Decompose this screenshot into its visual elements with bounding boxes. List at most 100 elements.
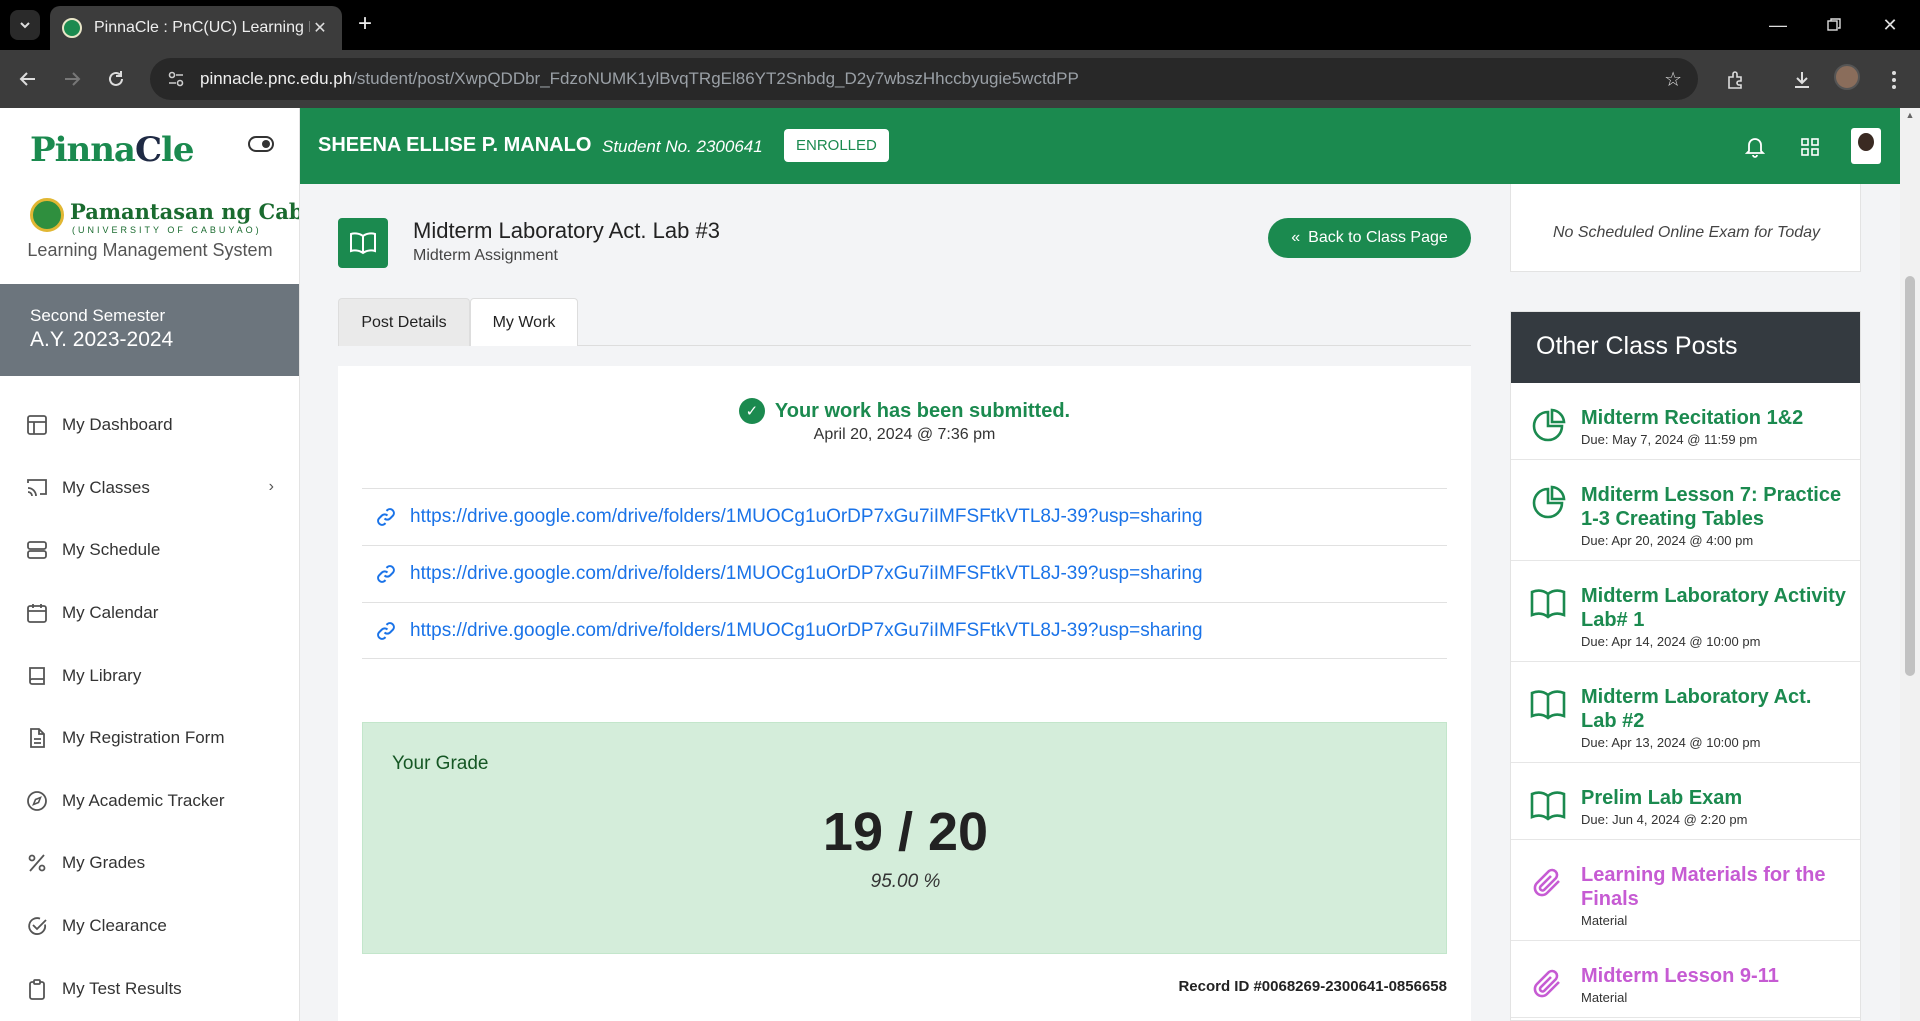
class-post-title[interactable]: Midterm Laboratory Act. Lab #2: [1581, 685, 1850, 733]
university-name: Pamantasan ng Cabuyao: [70, 199, 300, 224]
class-post-due: Due: Apr 13, 2024 @ 10:00 pm: [1581, 735, 1761, 750]
record-id: Record ID #0068269-2300641-0856658: [1178, 978, 1447, 995]
profile-avatar[interactable]: [1834, 64, 1860, 90]
student-name: SHEENA ELLISE P. MANALO: [318, 134, 592, 156]
new-tab-button[interactable]: +: [352, 12, 378, 38]
close-tab-icon[interactable]: ✕: [310, 18, 330, 38]
class-post-title[interactable]: Midterm Laboratory Activity Lab# 1: [1581, 584, 1850, 632]
class-post-item[interactable]: Midterm Laboratory Activity Lab# 1 Due: A…: [1511, 561, 1860, 662]
reload-icon[interactable]: [102, 65, 130, 93]
bookmark-star-icon[interactable]: ☆: [1664, 67, 1682, 92]
sidebar-item-academic-tracker[interactable]: My Academic Tracker: [0, 770, 299, 833]
post-type: Midterm Assignment: [413, 247, 558, 264]
bell-icon[interactable]: [1741, 133, 1769, 161]
sidebar-item-classes[interactable]: My Classes ›: [0, 457, 299, 520]
back-arrow-icon[interactable]: [14, 65, 42, 93]
classes-icon: [24, 475, 50, 501]
class-post-title[interactable]: Midterm Recitation 1&2: [1581, 406, 1850, 430]
class-post-title[interactable]: Midterm Lesson 9-11: [1581, 964, 1850, 988]
university-subtitle: (UNIVERSITY OF CABUYAO): [72, 225, 262, 235]
sidebar-menu: My Dashboard My Classes › My Schedule My…: [0, 394, 299, 1020]
double-chevron-left-icon: «: [1291, 229, 1301, 246]
sidebar-item-schedule[interactable]: My Schedule: [0, 519, 299, 582]
browser-tab[interactable]: PinnaCle : PnC(UC) Learning Ma ✕: [50, 6, 342, 50]
back-to-class-label: Back to Class Page: [1308, 229, 1448, 246]
browser-toolbar: pinnacle.pnc.edu.ph/student/post/XwpQDDb…: [0, 50, 1920, 108]
sidebar-item-calendar[interactable]: My Calendar: [0, 582, 299, 645]
sidebar-item-clearance[interactable]: My Clearance: [0, 895, 299, 958]
class-post-item[interactable]: Midterm Laboratory Act. Lab #2 Due: Apr 1…: [1511, 662, 1860, 763]
grade-score: 19 / 20: [822, 802, 989, 862]
address-bar[interactable]: pinnacle.pnc.edu.ph/student/post/XwpQDDb…: [150, 58, 1698, 100]
theme-toggle[interactable]: [248, 136, 274, 152]
sidebar-item-label: My Calendar: [62, 603, 159, 623]
sidebar: PinnaCle Pamantasan ng Cabuyao (UNIVERSI…: [0, 108, 300, 1021]
download-icon[interactable]: [1788, 66, 1816, 94]
restore-icon[interactable]: [1814, 10, 1854, 40]
other-posts-title: Other Class Posts: [1511, 312, 1860, 383]
class-post-title[interactable]: Mditerm Lesson 7: Practice 1-3 Creating …: [1581, 483, 1850, 531]
link-url[interactable]: https://drive.google.com/drive/folders/1…: [410, 506, 1203, 528]
back-to-class-button[interactable]: « Back to Class Page: [1268, 218, 1471, 258]
sidebar-item-test-results[interactable]: My Test Results: [0, 957, 299, 1020]
scroll-thumb[interactable]: [1905, 276, 1915, 676]
class-post-due: Material: [1581, 990, 1628, 1005]
book-icon: [1529, 787, 1567, 825]
page-scrollbar[interactable]: ▲: [1900, 108, 1920, 1021]
grade-percent: 95.00 %: [870, 871, 941, 892]
chevron-right-icon: ›: [268, 477, 274, 495]
class-post-item[interactable]: Prelim Lab Exam Due: Jun 4, 2024 @ 2:20 p…: [1511, 763, 1860, 840]
url-text: pinnacle.pnc.edu.ph/student/post/XwpQDDb…: [200, 69, 1079, 88]
other-posts-list: Midterm Recitation 1&2 Due: May 7, 2024 @…: [1511, 383, 1860, 1018]
tab-search-button[interactable]: [10, 10, 40, 40]
class-post-item[interactable]: Mditerm Lesson 7: Practice 1-3 Creating …: [1511, 460, 1860, 561]
class-post-title[interactable]: Prelim Lab Exam: [1581, 786, 1850, 810]
class-post-item[interactable]: Learning Materials for the Finals Materia…: [1511, 840, 1860, 941]
forward-arrow-icon[interactable]: [58, 65, 86, 93]
semester-panel: Second Semester A.Y. 2023-2024: [0, 284, 299, 376]
link-icon: [376, 507, 398, 527]
submitted-link[interactable]: https://drive.google.com/drive/folders/1…: [362, 602, 1447, 659]
class-post-item[interactable]: Midterm Recitation 1&2 Due: May 7, 2024 @…: [1511, 383, 1860, 460]
online-exam-card: No Scheduled Online Exam for Today: [1510, 184, 1861, 272]
sidebar-item-label: My Test Results: [62, 978, 182, 998]
post-title: Midterm Laboratory Act. Lab #3: [413, 218, 720, 243]
submitted-link[interactable]: https://drive.google.com/drive/folders/1…: [362, 488, 1447, 545]
extensions-icon[interactable]: [1722, 66, 1750, 94]
sidebar-item-library[interactable]: My Library: [0, 644, 299, 707]
tab-my-work[interactable]: My Work: [470, 298, 578, 346]
site-info-icon[interactable]: [164, 67, 188, 91]
submission-status-text: Your work has been submitted.: [774, 399, 1071, 422]
sidebar-item-registration-form[interactable]: My Registration Form: [0, 707, 299, 770]
scroll-up-icon[interactable]: ▲: [1904, 110, 1916, 122]
pinnacle-logo[interactable]: PinnaCle: [30, 130, 195, 170]
post-tabs: Post Details My Work: [338, 298, 1471, 346]
exam-notice: No Scheduled Online Exam for Today: [1552, 224, 1821, 241]
sidebar-item-label: My Dashboard: [62, 415, 173, 435]
link-icon: [376, 564, 398, 584]
sidebar-item-dashboard[interactable]: My Dashboard: [0, 394, 299, 457]
book-icon: [1529, 686, 1567, 724]
submitted-link[interactable]: https://drive.google.com/drive/folders/1…: [362, 545, 1447, 602]
class-post-due: Due: Apr 20, 2024 @ 4:00 pm: [1581, 533, 1754, 548]
sidebar-item-label: My Clearance: [62, 916, 167, 936]
link-url[interactable]: https://drive.google.com/drive/folders/1…: [410, 620, 1203, 642]
more-menu-icon[interactable]: [1880, 66, 1908, 94]
sidebar-item-label: My Classes: [62, 477, 150, 497]
class-post-due: Material: [1581, 913, 1628, 928]
link-icon: [376, 621, 398, 641]
apps-grid-icon[interactable]: [1796, 133, 1824, 161]
user-avatar[interactable]: [1851, 128, 1881, 164]
link-url[interactable]: https://drive.google.com/drive/folders/1…: [410, 563, 1203, 585]
check-icon: ✓: [738, 398, 765, 424]
class-post-item[interactable]: Midterm Lesson 9-11 Material: [1511, 941, 1860, 1018]
favicon-icon: [62, 18, 82, 38]
close-window-icon[interactable]: ✕: [1870, 10, 1910, 40]
check-circle-icon: [24, 913, 50, 939]
class-post-title[interactable]: Learning Materials for the Finals: [1581, 863, 1850, 911]
minimize-icon[interactable]: —: [1758, 10, 1798, 40]
tab-title: PinnaCle : PnC(UC) Learning Ma: [94, 19, 310, 36]
sidebar-item-grades[interactable]: My Grades: [0, 832, 299, 895]
calendar-icon: [24, 600, 50, 626]
tab-post-details[interactable]: Post Details: [338, 298, 470, 346]
